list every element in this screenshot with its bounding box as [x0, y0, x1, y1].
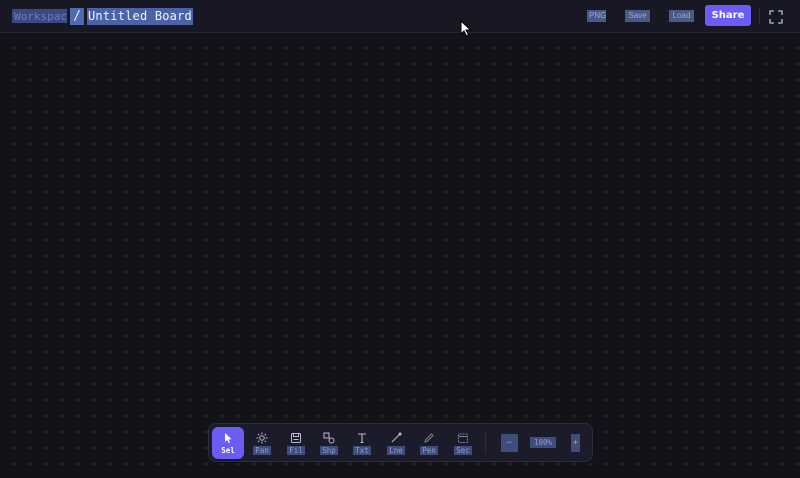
- tool-label: Fil: [287, 445, 305, 455]
- pointer-icon: [225, 432, 232, 443]
- load-button[interactable]: Load: [669, 10, 694, 22]
- tool-frame[interactable]: Fil: [280, 427, 312, 459]
- tool-label: Pan: [253, 445, 271, 455]
- fullscreen-icon[interactable]: [769, 9, 783, 24]
- zoom-in-button[interactable]: +: [571, 434, 580, 452]
- tool-line[interactable]: Lne: [380, 427, 412, 459]
- tool-label: Sel: [221, 445, 235, 455]
- line-icon: [391, 431, 402, 442]
- tool-label: Txt: [353, 445, 371, 455]
- tool-label: Shp: [320, 445, 338, 455]
- tool-select[interactable]: Sel: [212, 427, 244, 459]
- tool-label: Pen: [420, 445, 438, 455]
- mouse-cursor-icon: [460, 19, 472, 37]
- breadcrumb-workspace[interactable]: Workspace: [12, 9, 67, 23]
- board-title[interactable]: Untitled Board: [87, 7, 193, 25]
- breadcrumb: Workspace / Untitled Board: [12, 7, 193, 25]
- whiteboard-app: Workspace / Untitled Board PNG Save Load…: [0, 0, 800, 478]
- header-divider: [759, 8, 760, 24]
- tool-section[interactable]: Sec: [447, 427, 479, 459]
- toolbar-divider: [485, 432, 486, 454]
- pen-icon: [424, 432, 434, 443]
- tool-shapes[interactable]: Shp: [313, 427, 345, 459]
- top-bar: Workspace / Untitled Board PNG Save Load…: [0, 0, 800, 33]
- export-png-button[interactable]: PNG: [587, 10, 606, 22]
- save-button[interactable]: Save: [625, 10, 650, 22]
- zoom-out-button[interactable]: −: [501, 434, 518, 452]
- pan-icon: [256, 432, 268, 443]
- tool-pen[interactable]: Pen: [413, 427, 445, 459]
- zoom-level: 100%: [530, 437, 556, 448]
- tool-bar: Sel Pan Fil Shp Txt Lne Pen Sec − 100% +: [208, 423, 593, 462]
- section-icon: [458, 433, 468, 443]
- share-button[interactable]: Share: [705, 5, 751, 26]
- tool-pan[interactable]: Pan: [246, 427, 278, 459]
- tool-label: Lne: [387, 445, 405, 455]
- board-canvas[interactable]: [0, 34, 800, 478]
- tool-text[interactable]: Txt: [346, 427, 378, 459]
- text-icon: [358, 432, 366, 443]
- shapes-icon: [323, 432, 335, 443]
- frame-icon: [291, 432, 301, 443]
- tool-label: Sec: [454, 445, 472, 455]
- breadcrumb-separator: /: [70, 7, 84, 25]
